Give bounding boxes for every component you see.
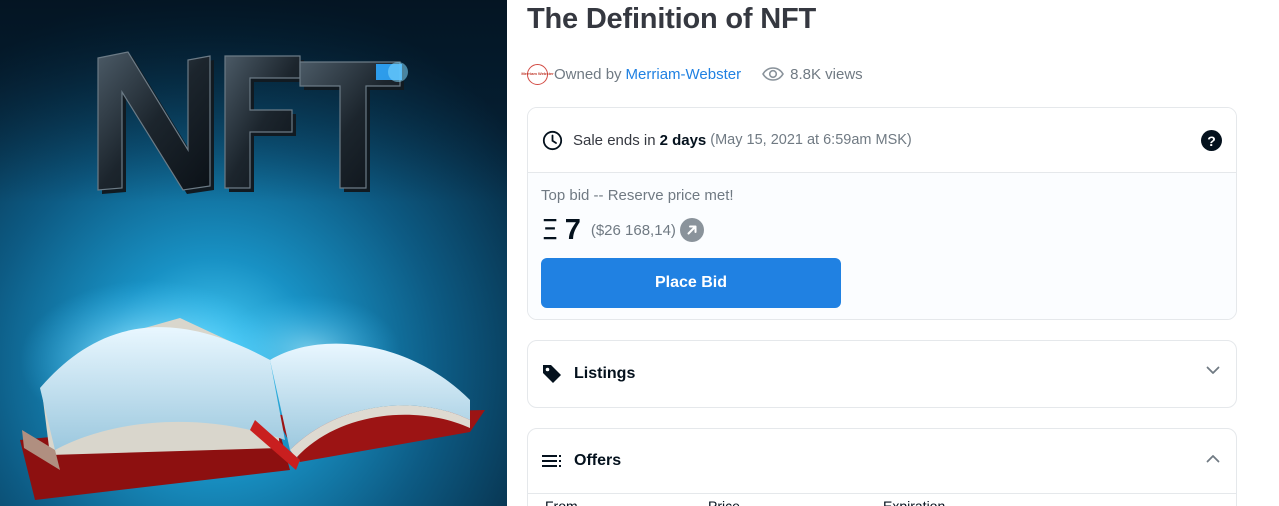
chevron-up-icon[interactable] (1206, 454, 1220, 463)
sale-countdown: Sale ends in 2 days (May 15, 2021 at 6:5… (528, 108, 1236, 173)
offers-header[interactable]: Offers (528, 429, 1236, 494)
offers-label: Offers (574, 452, 622, 469)
listings-panel: Listings (527, 340, 1237, 408)
item-title: The Definition of NFT (527, 3, 816, 35)
help-icon[interactable]: ? (1201, 130, 1222, 151)
sale-ends-prefix: Sale ends in (573, 131, 656, 149)
sale-ends-duration: 2 days (659, 131, 707, 149)
clock-icon (542, 130, 563, 151)
views-label: 8.8K views (790, 65, 863, 83)
listings-label: Listings (574, 365, 636, 382)
owner-avatar[interactable]: Merriam Webster (521, 63, 554, 85)
item-details: The Definition of NFT Merriam Webster Ow… (521, 0, 1237, 506)
nft-artwork[interactable] (0, 0, 507, 506)
owner-avatar-text: Merriam Webster (521, 71, 554, 76)
tag-icon (541, 363, 563, 385)
sale-ends-date: (May 15, 2021 at 6:59am MSK) (710, 132, 912, 148)
owner-link[interactable]: Merriam-Webster (626, 66, 742, 83)
listings-header[interactable]: Listings (528, 341, 1236, 407)
eth-currency-icon: Ξ (541, 213, 559, 246)
sale-card: Sale ends in 2 days (May 15, 2021 at 6:5… (527, 107, 1237, 320)
offers-col-price: Price (708, 498, 740, 506)
offers-col-from: From (545, 498, 578, 506)
top-bid-label: Top bid -- Reserve price met! (541, 187, 734, 204)
offers-panel: Offers From Price Expiration (527, 428, 1237, 506)
item-meta: Merriam Webster Owned by Merriam-Webster… (521, 63, 863, 85)
eye-icon (762, 67, 785, 81)
price-row: Ξ 7 ($26 168,14) (541, 213, 704, 247)
usd-price: ($26 168,14) (590, 221, 676, 239)
chevron-down-icon[interactable] (1206, 366, 1220, 375)
price-value: 7 (564, 213, 581, 246)
external-link-icon[interactable] (679, 218, 704, 242)
place-bid-button[interactable]: Place Bid (541, 258, 841, 308)
views-count: 8.8K views (762, 66, 863, 83)
list-icon (541, 454, 563, 468)
owned-by-label: Owned by (554, 65, 622, 83)
offers-table-header: From Price Expiration (528, 494, 1236, 506)
sale-body: Top bid -- Reserve price met! Ξ 7 ($26 1… (528, 173, 1236, 319)
offers-col-expiration: Expiration (883, 498, 946, 506)
